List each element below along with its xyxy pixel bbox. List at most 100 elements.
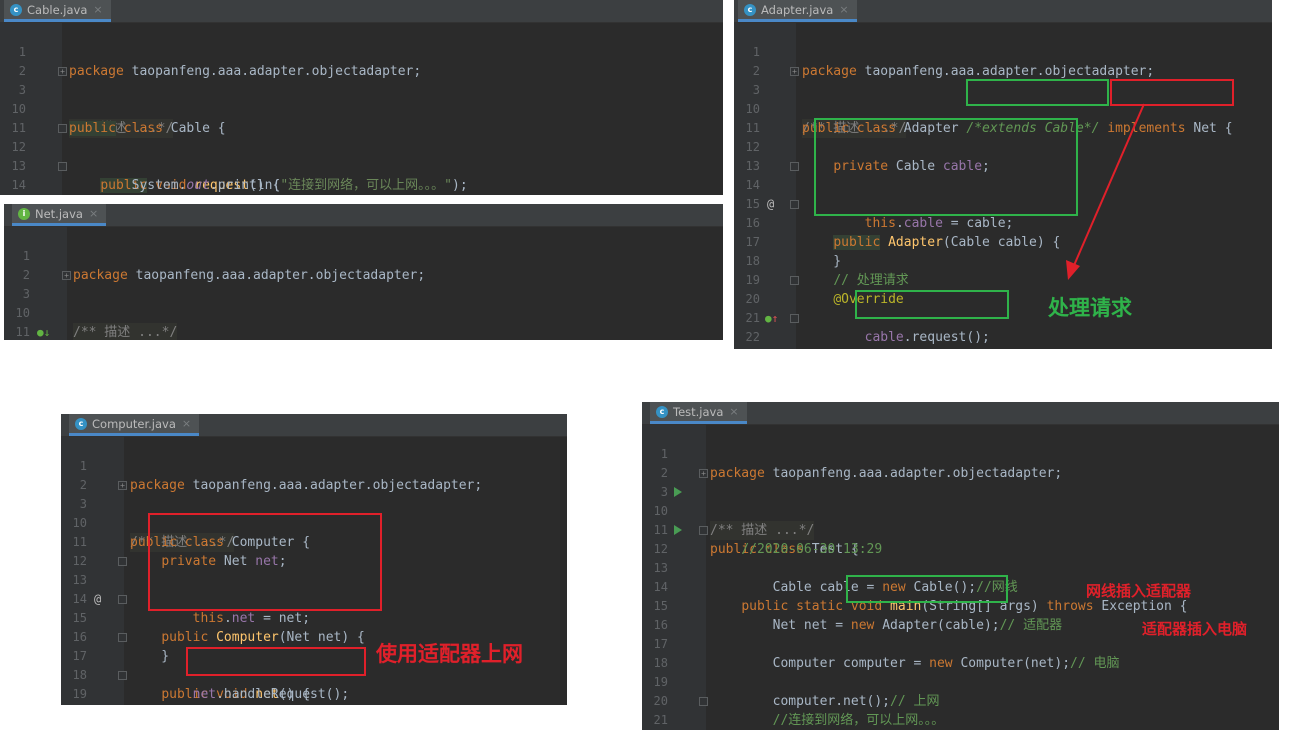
class-icon: c bbox=[656, 405, 668, 418]
code-line: 1 package taopanfeng.aaa.adapter.objecta… bbox=[0, 24, 723, 79]
code-line: 10 public class Cable { bbox=[0, 81, 723, 136]
code-line: 20 //连接到网络，可以上网。。。 bbox=[642, 673, 1279, 728]
close-icon[interactable]: × bbox=[93, 3, 102, 16]
tab-adapter-java[interactable]: c Adapter.java × bbox=[738, 0, 857, 22]
code-line: 1 package taopanfeng.aaa.adapter.objecta… bbox=[734, 24, 1272, 79]
tab-test-java[interactable]: c Test.java × bbox=[650, 402, 747, 424]
fold-expand-icon[interactable]: + bbox=[58, 67, 67, 76]
class-icon: c bbox=[744, 3, 756, 16]
handle-request-call-highlight bbox=[186, 647, 366, 676]
class-icon: c bbox=[75, 417, 87, 430]
test-tab-bar: c Test.java × bbox=[642, 402, 1279, 425]
code-line: 16 bbox=[61, 609, 567, 644]
cable-into-adapter-note: 网线插入适配器 bbox=[1086, 582, 1192, 600]
code-line: 3 + /** 描述 ...*/ bbox=[61, 476, 567, 552]
code-line: 10 public class Test { bbox=[642, 483, 1279, 557]
code-line: 1 package taopanfeng.aaa.adapter.objecta… bbox=[642, 426, 1279, 481]
tab-label: Computer.java bbox=[92, 416, 176, 431]
fold-expand-icon[interactable]: + bbox=[62, 271, 71, 280]
code-line: 12 } bbox=[4, 323, 723, 340]
close-icon[interactable]: × bbox=[729, 405, 738, 418]
adapter-into-computer-note: 适配器插入电脑 bbox=[1142, 620, 1248, 638]
fold-icon[interactable] bbox=[118, 633, 127, 642]
code-line: 12 public void request() { bbox=[0, 119, 723, 193]
new-adapter-highlight bbox=[846, 575, 1008, 603]
cable-request-highlight bbox=[855, 290, 1009, 319]
adapter-tab-bar: c Adapter.java × bbox=[734, 0, 1272, 23]
fold-icon[interactable] bbox=[699, 526, 708, 535]
code-text: public void handleRequest() { bbox=[802, 347, 1060, 349]
code-line: 20 } bbox=[61, 685, 567, 704]
fold-icon[interactable] bbox=[790, 276, 799, 285]
tab-label: Net.java bbox=[35, 206, 83, 221]
code-line: 18 // 处理请求 bbox=[734, 233, 1272, 288]
code-line: 3 + /** 描述 ...*/ bbox=[4, 266, 723, 340]
fold-icon[interactable] bbox=[790, 162, 799, 171]
code-line: 19 computer.net();// 上网 bbox=[642, 654, 1279, 709]
tab-label: Adapter.java bbox=[761, 2, 834, 17]
fold-icon[interactable] bbox=[790, 314, 799, 323]
tab-net-java[interactable]: i Net.java × bbox=[12, 204, 107, 226]
fold-expand-icon[interactable]: + bbox=[790, 67, 799, 76]
class-icon: c bbox=[10, 3, 22, 16]
close-icon[interactable]: × bbox=[839, 3, 848, 16]
tab-label: Cable.java bbox=[27, 2, 88, 17]
code-line: 21 } bbox=[642, 692, 1279, 727]
code-line: 10 public class Computer { bbox=[61, 495, 567, 550]
code-line: 2 bbox=[61, 457, 567, 492]
fold-icon[interactable] bbox=[699, 697, 708, 706]
fold-icon[interactable] bbox=[790, 200, 799, 209]
code-line: 3 + /** 描述 ...*/ bbox=[0, 62, 723, 138]
test-editor-panel: c Test.java × 1 package taopanfeng.aaa.a… bbox=[642, 402, 1279, 730]
fold-icon[interactable] bbox=[118, 671, 127, 680]
code-editor[interactable]: 1 package taopanfeng.aaa.adapter.objecta… bbox=[4, 227, 723, 340]
cable-editor-panel: c Cable.java × 1 package taopanfeng.aaa.… bbox=[0, 0, 723, 195]
run-icon[interactable] bbox=[674, 487, 682, 497]
code-line: 1 package taopanfeng.aaa.adapter.objecta… bbox=[61, 438, 567, 493]
interface-icon: i bbox=[18, 207, 30, 220]
handle-request-note: 处理请求 bbox=[1048, 296, 1132, 320]
computer-tab-bar: c Computer.java × bbox=[61, 414, 567, 437]
code-line: 20 ●↑ public void handleRequest() { bbox=[734, 271, 1272, 325]
code-line: 2 bbox=[734, 43, 1272, 78]
code-line: 11 //2020-06-30 13:29 bbox=[642, 502, 1279, 557]
line-number: 23 bbox=[734, 347, 760, 349]
net-editor-panel: i Net.java × 1 package taopanfeng.aaa.ad… bbox=[4, 204, 723, 340]
code-line: 2 bbox=[0, 43, 723, 78]
fold-icon[interactable] bbox=[58, 124, 67, 133]
code-line: 1 package taopanfeng.aaa.adapter.objecta… bbox=[4, 228, 723, 283]
fold-icon[interactable] bbox=[118, 595, 127, 604]
fold-icon[interactable] bbox=[118, 557, 127, 566]
fold-expand-icon[interactable]: + bbox=[699, 469, 708, 478]
code-line: 23 } bbox=[734, 328, 1272, 347]
tab-computer-java[interactable]: c Computer.java × bbox=[69, 414, 200, 436]
fold-expand-icon[interactable]: + bbox=[118, 481, 127, 490]
close-icon[interactable]: × bbox=[182, 417, 191, 430]
line-number: 20 bbox=[61, 704, 87, 705]
cable-tab-bar: c Cable.java × bbox=[0, 0, 723, 23]
code-line: 22 } bbox=[642, 711, 1279, 730]
fold-icon[interactable] bbox=[58, 162, 67, 171]
tab-cable-java[interactable]: c Cable.java × bbox=[4, 0, 111, 22]
code-line: 17 bbox=[734, 214, 1272, 249]
use-adapter-note: 使用适配器上网 bbox=[376, 642, 523, 666]
run-icon[interactable] bbox=[674, 525, 682, 535]
net-tab-bar: i Net.java × bbox=[4, 204, 723, 227]
tab-label: Test.java bbox=[673, 404, 724, 419]
arrow-icon bbox=[1066, 103, 1145, 280]
code-line: 13 Cable cable = new Cable();//网线 bbox=[642, 540, 1279, 595]
code-line: 12 public static void main(String[] args… bbox=[642, 521, 1279, 614]
code-line: 14 } bbox=[0, 157, 723, 192]
constructor-highlight bbox=[814, 118, 1078, 216]
code-line: 15 } bbox=[0, 176, 723, 195]
code-line: 10 ●↓ public interface Net { bbox=[4, 285, 723, 339]
code-editor[interactable]: 1 package taopanfeng.aaa.adapter.objecta… bbox=[0, 23, 723, 195]
code-line: 2 bbox=[642, 445, 1279, 480]
code-line: 11 bbox=[0, 100, 723, 135]
code-line: 11 ●↓ void handleRequest(); bbox=[4, 304, 723, 339]
computer-constructor-highlight bbox=[148, 513, 382, 611]
close-icon[interactable]: × bbox=[89, 207, 98, 220]
code-line: 19 @Override bbox=[734, 252, 1272, 307]
code-line: 2 bbox=[4, 247, 723, 282]
code-line: 3 + /** 描述 ...*/ bbox=[642, 464, 1279, 540]
